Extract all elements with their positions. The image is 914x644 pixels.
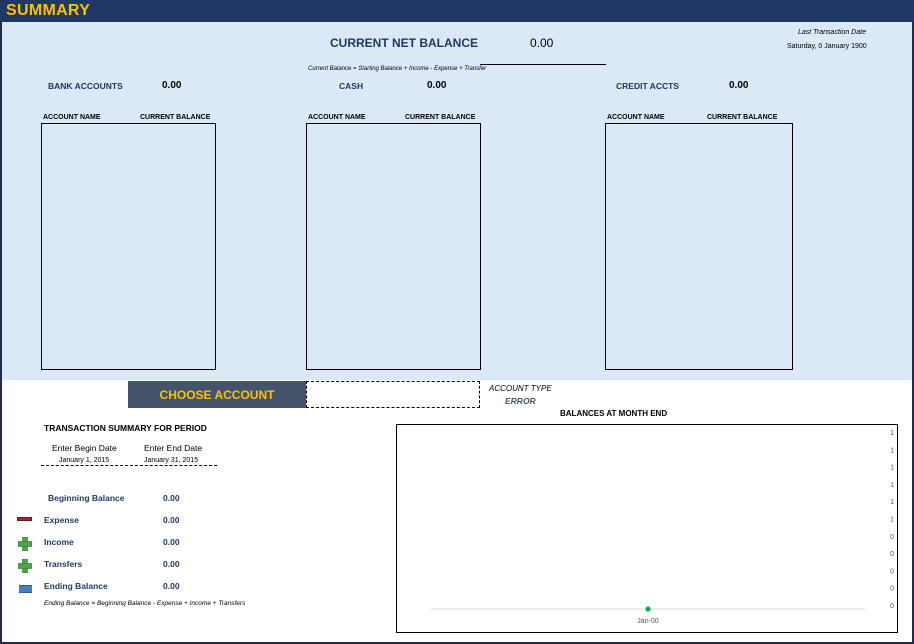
choose-account-button[interactable]: CHOOSE ACCOUNT [128,381,306,408]
end-date-input[interactable]: January 31, 2015 [144,457,198,464]
account-type-label: ACCOUNT TYPE [489,384,552,393]
cash-total: 0.00 [427,80,447,91]
chart-title: BALANCES AT MONTH END [560,409,668,418]
y-tick-label: 1 [890,499,894,506]
plus-icon [18,559,32,573]
y-tick-label: 1 [890,482,894,489]
page-title: SUMMARY [6,2,91,19]
chart-plot: 1 1 1 1 1 1 0 0 0 0 0 Jan-00 [431,430,894,625]
beginning-balance-value: 0.00 [163,493,180,503]
ending-balance-value: 0.00 [163,581,180,591]
credit-col-current-balance: CURRENT BALANCE [707,114,778,121]
account-type-value: ERROR [505,396,536,406]
credit-accounts-list[interactable] [605,123,793,370]
credit-accts-total: 0.00 [729,80,749,91]
y-tick-label: 1 [890,430,894,437]
net-balance-underline [480,64,606,65]
credit-accts-label: CREDIT ACCTS [616,81,679,91]
plus-icon [18,537,32,551]
cash-label: CASH [339,81,364,91]
cash-accounts-list[interactable] [306,123,481,370]
credit-col-account-name: ACCOUNT NAME [607,114,665,121]
expense-value: 0.00 [163,515,180,525]
data-point [645,606,651,612]
ending-balance-label: Ending Balance [44,581,108,591]
ending-balance-formula: Ending Balance = Beginning Balance - Exp… [44,600,246,607]
bank-col-account-name: ACCOUNT NAME [43,114,101,121]
minus-icon [17,517,32,521]
y-tick-label: 1 [890,465,894,472]
last-transaction-value: Saturday, 0 January 1900 [787,43,867,50]
net-balance-formula: Current Balance = Starting Balance + Inc… [308,66,487,72]
begin-date-label: Enter Begin Date [52,443,117,453]
income-value: 0.00 [163,537,180,547]
y-tick-label: 0 [890,603,894,610]
cash-col-account-name: ACCOUNT NAME [308,114,366,121]
net-balance-value: 0.00 [530,36,554,50]
bank-col-current-balance: CURRENT BALANCE [140,114,211,121]
begin-date-input[interactable]: January 1, 2015 [59,457,109,464]
beginning-balance-label: Beginning Balance [48,493,125,503]
balances-chart: 1 1 1 1 1 1 0 0 0 0 0 Jan-00 [396,424,898,633]
y-tick-label: 0 [890,568,894,575]
x-tick-label: Jan-00 [637,618,659,625]
y-tick-label: 1 [890,517,894,524]
date-underline [41,465,217,466]
net-balance-label: CURRENT NET BALANCE [330,36,478,50]
bank-accounts-list[interactable] [41,123,216,370]
choose-account-field[interactable] [306,381,480,408]
end-date-label: Enter End Date [144,443,203,453]
y-tick-label: 0 [890,551,894,558]
bank-accounts-label: BANK ACCOUNTS [48,81,123,91]
y-tick-label: 1 [890,447,894,454]
y-tick-label: 0 [890,586,894,593]
title-bar: SUMMARY [0,0,914,22]
transfers-value: 0.00 [163,559,180,569]
transfers-label: Transfers [44,559,83,569]
equals-icon [19,585,32,593]
transaction-summary-title: TRANSACTION SUMMARY FOR PERIOD [44,423,207,433]
cash-col-current-balance: CURRENT BALANCE [405,114,476,121]
y-tick-label: 0 [890,534,894,541]
bank-accounts-total: 0.00 [162,80,182,91]
expense-label: Expense [44,515,79,525]
income-label: Income [44,537,74,547]
last-transaction-label: Last Transaction Date [798,29,866,36]
